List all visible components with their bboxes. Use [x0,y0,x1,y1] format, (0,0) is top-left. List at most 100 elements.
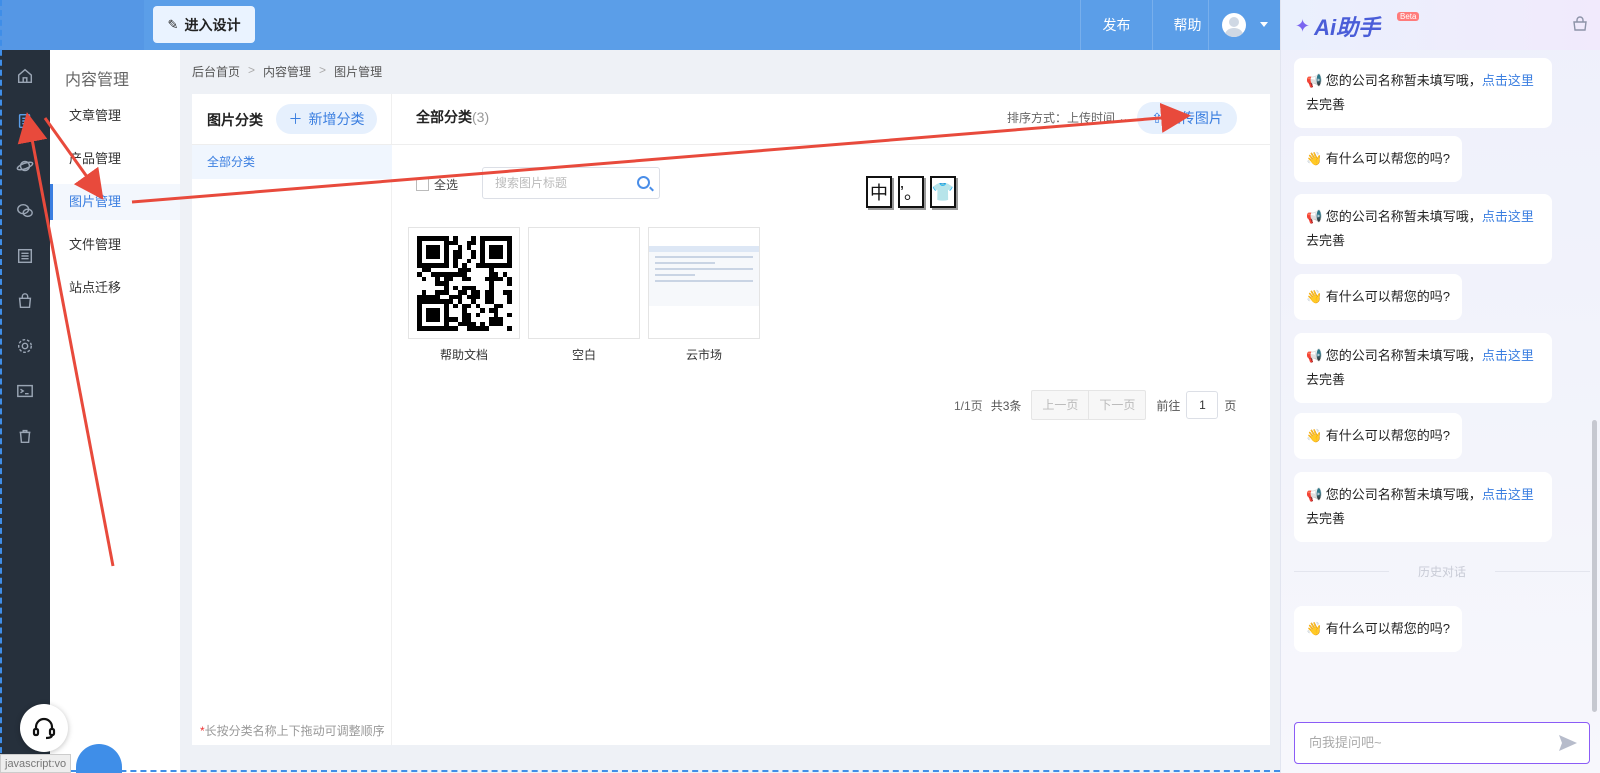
ai-message: 📢 您的公司名称暂未填写哦，点击这里 去完善 [1294,194,1552,264]
header-divider [192,144,1270,145]
content-icon[interactable] [15,111,35,131]
add-category-button[interactable]: ＋ 新增分类 [276,104,377,134]
chinese-input-glyph[interactable]: 中 [866,176,892,208]
upload-image-label: 上传图片 [1166,110,1223,126]
gallery-title-text: 全部分类 [416,109,472,125]
avatar[interactable] [1222,13,1246,37]
send-icon[interactable] [1559,735,1577,751]
publish-link[interactable]: 发布 [1080,0,1152,50]
home-icon[interactable] [15,66,35,86]
category-title: 图片分类 [207,112,263,128]
image-thumb-help-doc[interactable] [408,227,520,339]
page-unit: 页 [1224,398,1237,413]
ai-message: 👋 有什么可以帮您的吗? [1294,274,1463,320]
page-info: 1/1页 [954,398,983,413]
message-text: 去完善 [1306,372,1346,387]
beta-badge: Beta [1397,12,1420,21]
enter-design-button[interactable]: ✎ 进入设计 [153,6,255,43]
sort-selector[interactable]: 排序方式：上传时间 ⌄ [1007,109,1128,126]
complete-profile-link[interactable]: 点击这里 [1482,348,1534,363]
chevron-down-icon: ⌄ [1118,111,1129,125]
floating-glyph-toolbar: 中 ’。 👕 [866,176,956,208]
list-icon[interactable] [15,246,35,266]
gallery-count: (3) [472,109,490,125]
message-text: 📢 您的公司名称暂未填写哦， [1306,73,1482,88]
message-text: 📢 您的公司名称暂未填写哦， [1306,348,1482,363]
ai-scrollbar[interactable] [1592,420,1597,712]
ai-message: 📢 您的公司名称暂未填写哦，点击这里 去完善 [1294,333,1552,403]
sort-label: 排序方式：上传时间 [1007,111,1116,125]
category-item-all[interactable]: 全部分类 [192,145,392,179]
category-column: 图片分类 ＋ 新增分类 全部分类 *长按分类名称上下拖动可调整顺序 [192,94,392,745]
complete-profile-link[interactable]: 点击这里 [1482,487,1534,502]
message-text: 去完善 [1306,233,1346,248]
chevron-down-icon[interactable] [1260,22,1268,27]
search-icon[interactable] [637,176,650,189]
chevron-right-icon: > [319,63,327,77]
subnav-item-files[interactable]: 文件管理 [50,227,180,263]
image-search-input[interactable]: 搜索图片标题 [482,167,660,199]
plus-icon: ＋ [288,111,303,127]
shirt-icon[interactable]: 👕 [930,176,956,208]
headset-icon[interactable] [20,704,68,752]
enter-design-label: 进入设计 [184,16,241,33]
goto-label: 前往 [1156,398,1181,413]
complete-profile-link[interactable]: 点击这里 [1482,73,1534,88]
image-thumb-blank[interactable] [528,227,640,339]
subnav-item-images[interactable]: 图片管理 [50,184,180,220]
icon-rail [0,50,50,773]
gear-icon[interactable] [15,336,35,356]
subnav-item-articles[interactable]: 文章管理 [50,98,180,134]
ai-message: 📢 您的公司名称暂未填写哦，点击这里 去完善 [1294,58,1552,128]
pagination: 1/1页 共3条 上一页 下一页 前往 1 页 [954,390,1236,420]
message-text: 去完善 [1306,97,1346,112]
sparkle-icon: ✦ [1295,15,1311,36]
breadcrumb: 后台首页 > 内容管理 > 图片管理 [192,63,382,80]
planet-icon[interactable] [15,156,35,176]
ai-assistant-panel: ✦ Ai助手 Beta 📢 您的公司名称暂未填写哦，点击这里 去完善 👋 有什么可… [1280,0,1600,773]
trash-icon[interactable] [15,426,35,446]
prev-page-button[interactable]: 上一页 [1032,391,1088,419]
dashed-frame-left [0,0,2,773]
breadcrumb-content[interactable]: 内容管理 [263,63,311,80]
ai-question-input[interactable]: 向我提问吧~ [1294,722,1590,764]
status-bar-url: javascript:vo [0,754,72,773]
shop-icon[interactable] [15,291,35,311]
select-all-label: 全选 [434,178,459,192]
ai-input-placeholder: 向我提问吧~ [1309,735,1382,750]
logo-area [0,0,144,50]
next-page-button[interactable]: 下一页 [1088,391,1145,419]
terminal-icon[interactable] [15,381,35,401]
add-category-label: 新增分类 [308,111,365,127]
upload-icon: ⇧ [1151,109,1163,126]
history-divider: 历史对话 [1294,563,1590,580]
upload-image-button[interactable]: ⇧ 上传图片 [1137,102,1237,134]
subnav-item-migration[interactable]: 站点迁移 [50,270,180,306]
wechat-icon[interactable] [15,201,35,221]
chevron-right-icon: > [248,63,256,77]
ai-header: ✦ Ai助手 Beta [1281,0,1600,50]
message-text: 📢 您的公司名称暂未填写哦， [1306,209,1482,224]
select-all-checkbox[interactable]: 全选 [416,176,458,193]
image-label: 云市场 [685,348,722,362]
subnav-title: 内容管理 [65,72,130,89]
content-subnav: 内容管理 文章管理 产品管理 图片管理 文件管理 站点迁移 [50,50,180,773]
ai-message: 👋 有什么可以帮您的吗? [1294,606,1463,652]
page-number-input[interactable]: 1 [1186,391,1219,419]
message-text: 📢 您的公司名称暂未填写哦， [1306,487,1482,502]
message-text: 去完善 [1306,511,1346,526]
ai-logo: ✦ Ai助手 [1295,10,1380,42]
shop-icon[interactable] [1572,16,1588,32]
breadcrumb-home[interactable]: 后台首页 [192,63,240,80]
subnav-item-products[interactable]: 产品管理 [50,141,180,177]
complete-profile-link[interactable]: 点击这里 [1482,209,1534,224]
category-hint-text: 长按分类名称上下拖动可调整顺序 [204,724,385,738]
ai-message: 📢 您的公司名称暂未填写哦，点击这里 去完善 [1294,472,1552,542]
image-thumb-cloud-market[interactable] [648,227,760,339]
checkbox-icon [416,178,429,191]
punctuation-glyph[interactable]: ’。 [898,176,924,208]
gallery-title: 全部分类(3) [416,107,489,127]
ai-message: 👋 有什么可以帮您的吗? [1294,136,1463,182]
qr-code-image [417,236,512,331]
category-hint: *长按分类名称上下拖动可调整顺序 [200,724,385,738]
